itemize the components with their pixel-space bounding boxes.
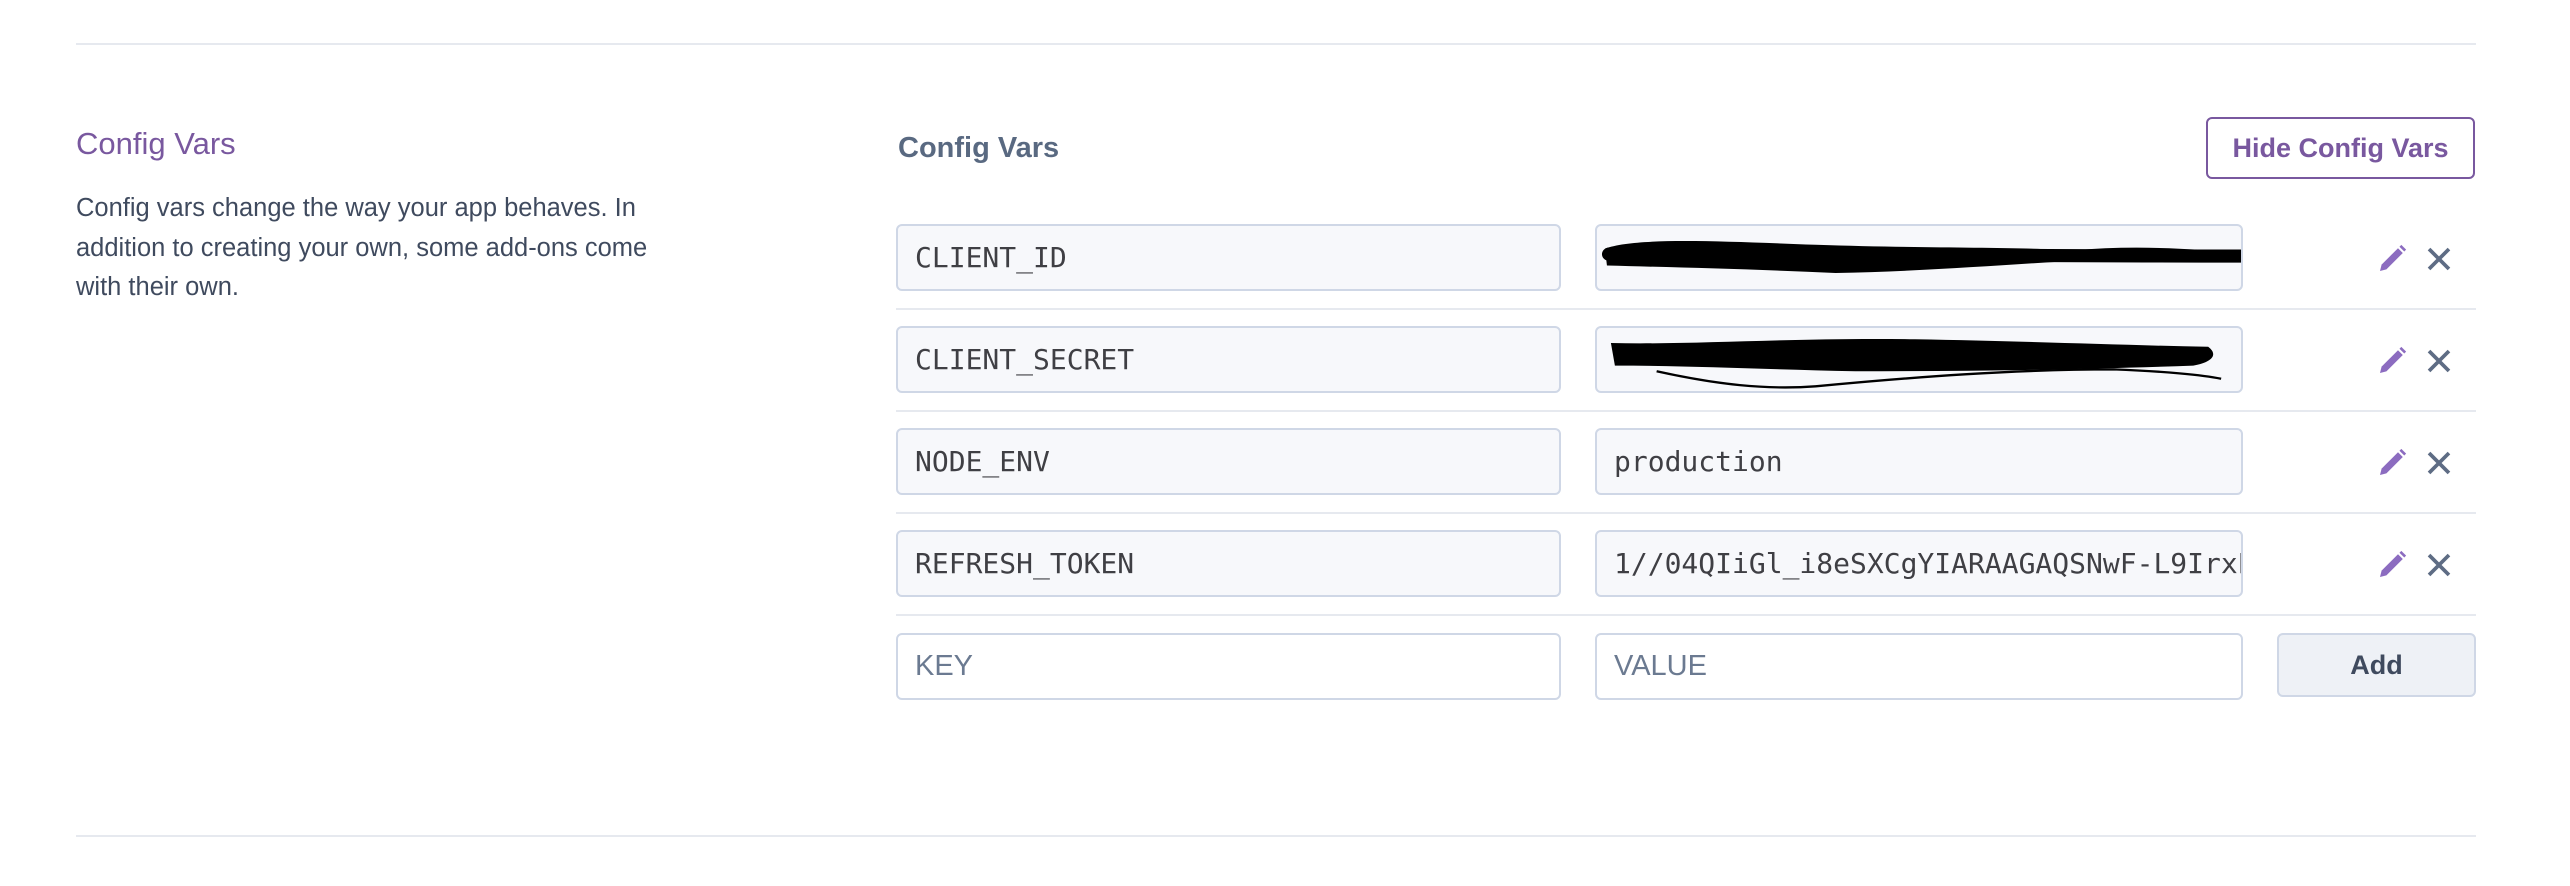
config-var-key: NODE_ENV xyxy=(915,445,1050,478)
redaction-scribble xyxy=(1610,338,2222,389)
new-key-field[interactable] xyxy=(896,633,1561,700)
row-separator xyxy=(896,512,2476,514)
close-icon[interactable] xyxy=(2426,246,2452,272)
config-var-value-field[interactable]: production xyxy=(1595,428,2243,495)
close-icon[interactable] xyxy=(2426,450,2452,476)
config-var-key-field[interactable]: NODE_ENV xyxy=(896,428,1561,495)
pencil-icon[interactable] xyxy=(2376,243,2408,275)
config-var-key: CLIENT_SECRET xyxy=(915,343,1135,376)
pencil-icon[interactable] xyxy=(2376,345,2408,377)
config-var-row: CLIENT_ID xyxy=(896,224,2476,326)
config-var-value-field[interactable] xyxy=(1595,224,2243,291)
config-var-key-field[interactable]: CLIENT_SECRET xyxy=(896,326,1561,393)
add-config-var-button[interactable]: Add xyxy=(2277,633,2476,697)
redaction-scribble xyxy=(1601,241,2241,274)
new-value-input[interactable] xyxy=(1614,650,2241,683)
top-divider xyxy=(76,43,2476,45)
config-var-key: REFRESH_TOKEN xyxy=(915,547,1135,580)
config-var-value-field[interactable]: 1//04QIiGl_i8eSXCgYIARAAGAQSNwF-L9IrxE xyxy=(1595,530,2243,597)
pencil-icon[interactable] xyxy=(2376,549,2408,581)
config-var-row: REFRESH_TOKEN 1//04QIiGl_i8eSXCgYIARAAGA… xyxy=(896,530,2476,632)
row-separator xyxy=(896,308,2476,310)
pencil-icon[interactable] xyxy=(2376,447,2408,479)
bottom-divider xyxy=(76,835,2476,837)
config-var-row: CLIENT_SECRET xyxy=(896,326,2476,428)
config-var-value: production xyxy=(1614,445,1783,478)
config-var-value-field[interactable] xyxy=(1595,326,2243,393)
config-var-key: CLIENT_ID xyxy=(915,241,1067,274)
new-value-field[interactable] xyxy=(1595,633,2243,700)
row-separator xyxy=(896,410,2476,412)
row-separator xyxy=(896,614,2476,616)
config-var-key-field[interactable]: REFRESH_TOKEN xyxy=(896,530,1561,597)
section-title: Config Vars xyxy=(76,126,236,161)
new-key-input[interactable] xyxy=(915,650,1559,683)
config-var-row: NODE_ENV production xyxy=(896,428,2476,530)
config-var-value: 1//04QIiGl_i8eSXCgYIARAAGAQSNwF-L9IrxE xyxy=(1614,547,2243,580)
new-config-var-row: Add xyxy=(896,632,2476,734)
close-icon[interactable] xyxy=(2426,552,2452,578)
close-icon[interactable] xyxy=(2426,348,2452,374)
section-description: Config vars change the way your app beha… xyxy=(76,194,648,301)
panel-title: Config Vars xyxy=(898,132,1060,164)
hide-config-vars-button[interactable]: Hide Config Vars xyxy=(2206,117,2475,179)
config-var-key-field[interactable]: CLIENT_ID xyxy=(896,224,1561,291)
